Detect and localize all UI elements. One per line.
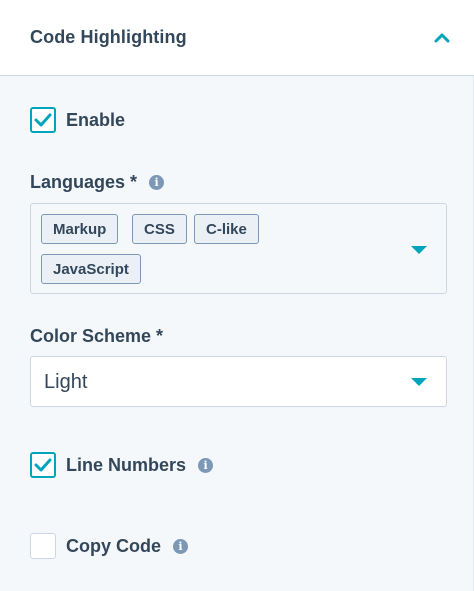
copy-code-checkbox-row[interactable]: Copy Code i [30, 533, 189, 559]
dropdown-caret-icon[interactable] [411, 378, 427, 386]
languages-multiselect[interactable]: Markup CSS C-like JavaScript [30, 203, 447, 294]
enable-label: Enable [66, 109, 126, 130]
color-scheme-value: Light [44, 371, 88, 393]
copy-code-label: Copy Code [66, 535, 162, 556]
language-tag[interactable]: JavaScript [41, 254, 141, 284]
copy-code-checkbox[interactable] [30, 533, 56, 559]
language-tag[interactable]: C-like [194, 214, 259, 244]
panel-body: Enable Languages * i Markup CSS C-like J… [0, 76, 474, 591]
enable-checkbox[interactable] [30, 107, 56, 133]
info-icon[interactable]: i [173, 538, 189, 554]
info-icon[interactable]: i [198, 457, 214, 473]
info-icon[interactable]: i [149, 175, 165, 190]
color-scheme-label: Color Scheme * [30, 326, 164, 346]
color-scheme-label-row: Color Scheme * [30, 326, 163, 347]
line-numbers-label: Line Numbers [66, 454, 187, 475]
panel-header[interactable]: Code Highlighting [0, 0, 474, 76]
languages-label-row: Languages * i [30, 172, 165, 193]
languages-label: Languages * [30, 172, 138, 192]
color-scheme-select[interactable]: Light [30, 356, 447, 407]
line-numbers-checkbox[interactable] [30, 452, 56, 478]
dropdown-caret-icon[interactable] [411, 246, 427, 254]
enable-checkbox-row[interactable]: Enable [30, 107, 125, 133]
language-tag[interactable]: Markup [41, 214, 119, 244]
panel-title: Code Highlighting [30, 27, 187, 47]
checkmark-icon [34, 458, 52, 472]
line-numbers-checkbox-row[interactable]: Line Numbers i [30, 452, 214, 478]
language-tag[interactable]: CSS [132, 214, 187, 244]
checkmark-icon [34, 113, 52, 127]
collapse-toggle[interactable] [428, 24, 456, 52]
chevron-up-icon [434, 33, 450, 43]
